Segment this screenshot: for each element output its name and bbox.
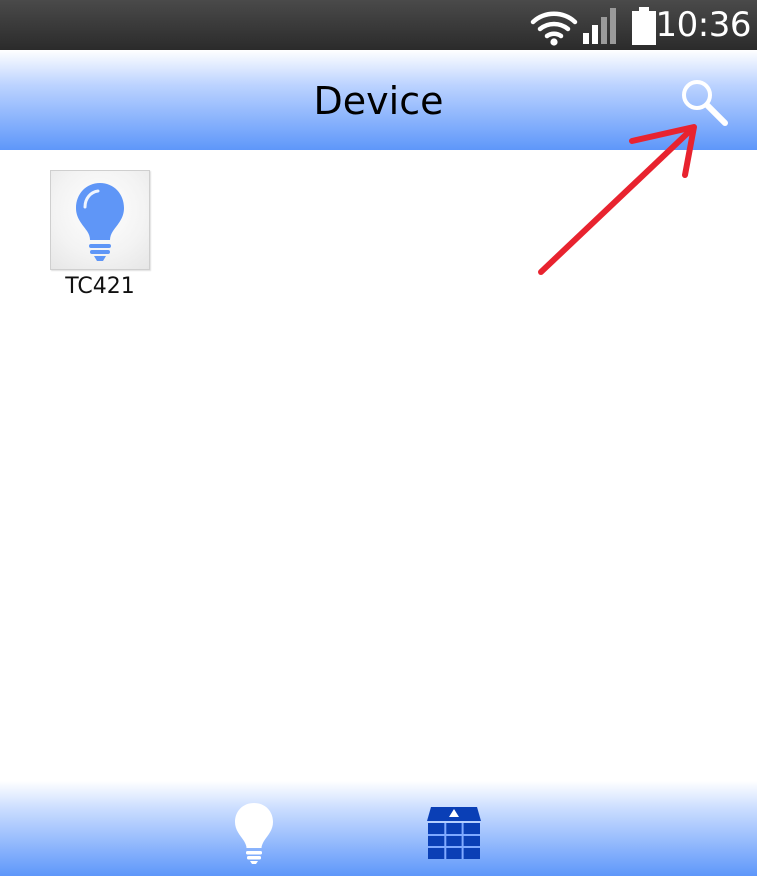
header: Device <box>0 50 757 150</box>
status-time: 10:36 <box>655 5 752 45</box>
battery-icon <box>632 7 656 45</box>
lightbulb-icon <box>76 183 124 261</box>
bottom-nav <box>0 781 757 876</box>
home-grid-icon <box>427 807 481 859</box>
search-button[interactable] <box>672 70 736 134</box>
device-grid: TC421 <box>0 150 757 781</box>
wifi-icon <box>530 11 578 46</box>
lightbulb-icon <box>235 803 273 864</box>
tab-home[interactable] <box>422 799 486 865</box>
tab-devices[interactable] <box>222 799 286 865</box>
search-icon <box>682 80 728 126</box>
status-bar: 10:36 <box>0 0 757 50</box>
device-thumbnail <box>50 170 150 270</box>
page-title: Device <box>313 79 444 123</box>
device-name: TC421 <box>65 274 135 299</box>
device-tile[interactable]: TC421 <box>48 170 152 305</box>
signal-icon <box>583 8 616 44</box>
